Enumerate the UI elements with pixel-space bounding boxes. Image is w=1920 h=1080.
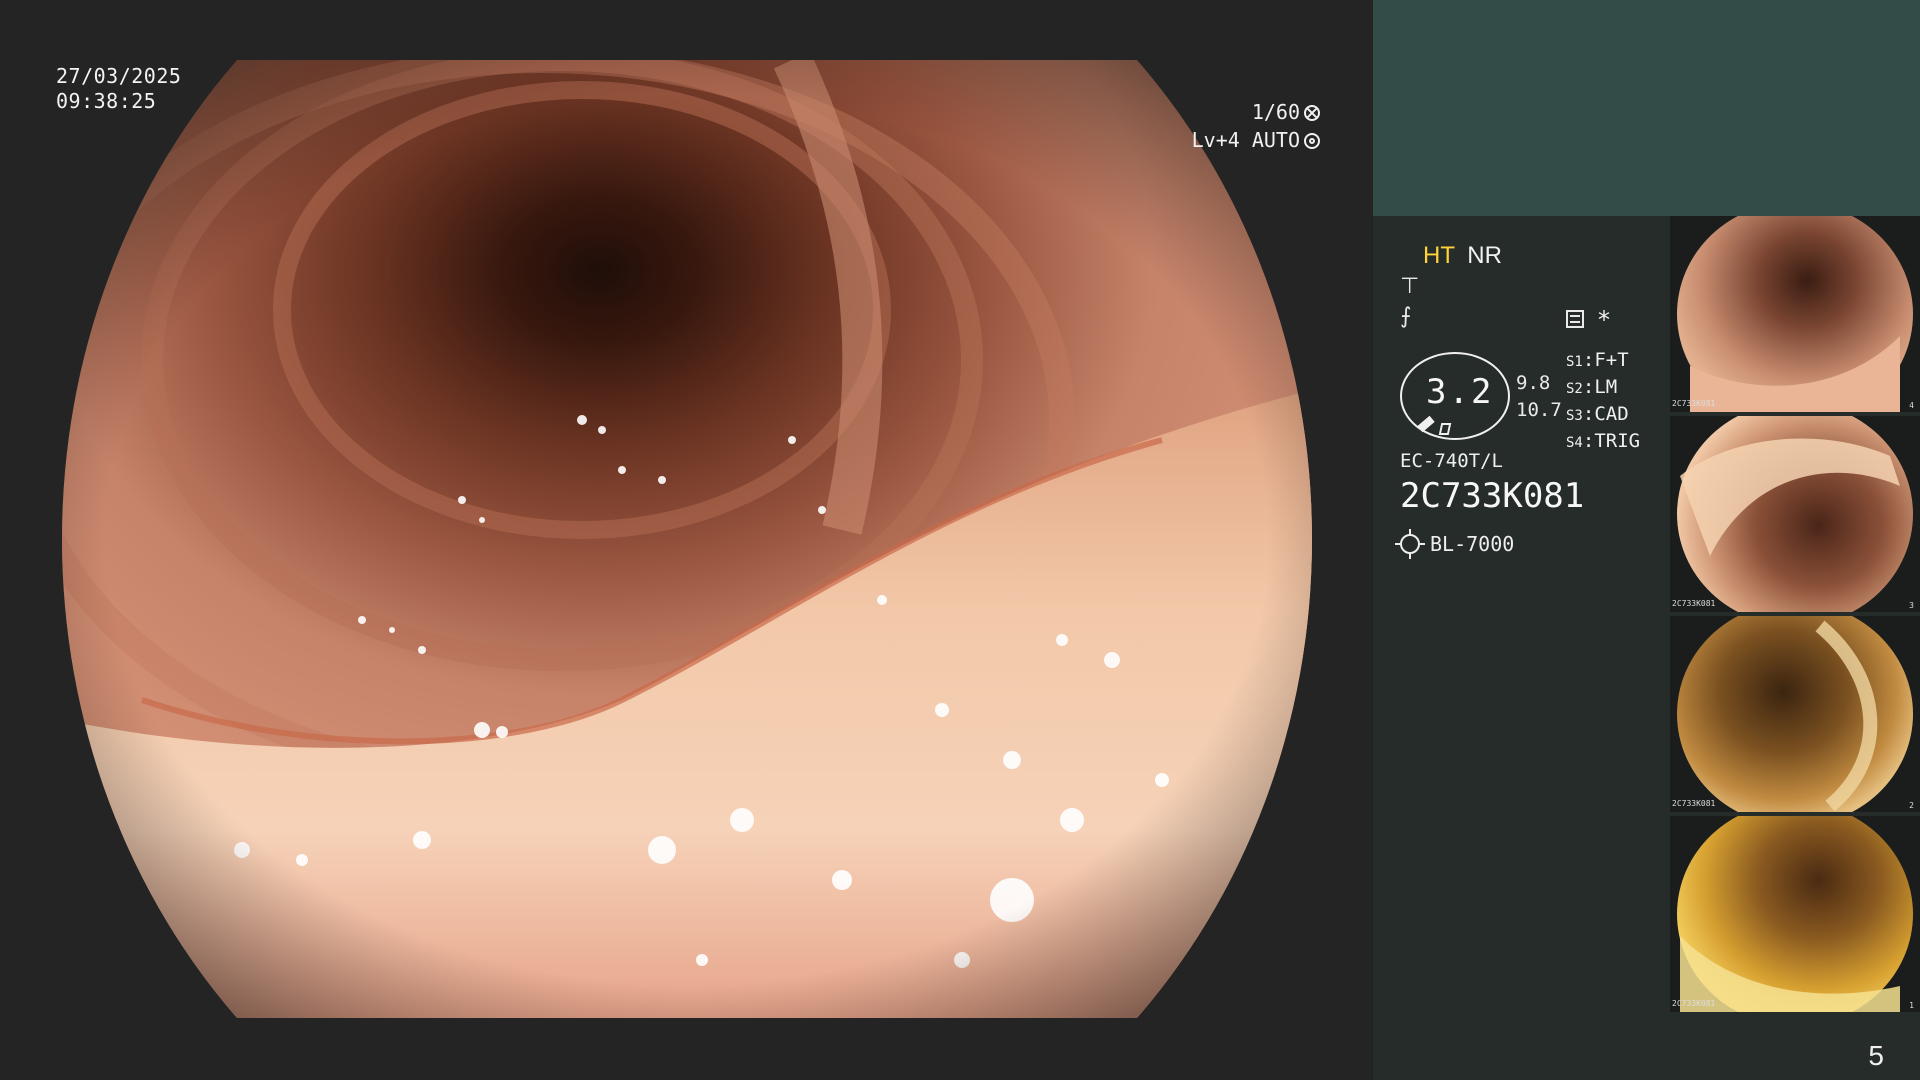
thumbnail-serial: 2C733K081: [1672, 399, 1716, 408]
thumbnail-image: [1677, 616, 1913, 812]
panel-header-block: [1373, 0, 1920, 216]
filter-icon: ⨍: [1400, 304, 1412, 329]
thumbnail-index: 4: [1909, 401, 1914, 410]
switch-key: S3: [1566, 408, 1583, 424]
thumbnail-image: [1677, 216, 1913, 412]
zoom-value: 3.2: [1426, 372, 1494, 412]
exposure-settings: 1/60 Lv+4 AUTO: [1060, 98, 1320, 154]
switch-value: CAD: [1594, 403, 1629, 425]
thumbnail-image: [1677, 816, 1913, 1012]
colon-lumen-image: [62, 60, 1312, 1018]
mode-nr-label: NR: [1467, 242, 1502, 269]
thumbnail-serial: 2C733K081: [1672, 799, 1716, 808]
page-number: 5: [1868, 1040, 1884, 1071]
brightness-level: Lv+4: [1191, 128, 1240, 152]
endoscopy-screen: 27/03/2025 09:38:25 1/60 Lv+4 AUTO HT NR…: [0, 0, 1920, 1080]
scope-switch-assignments: S1:F+T S2:LM S3:CAD S4:TRIG: [1566, 348, 1640, 456]
gear-icon: [1304, 133, 1320, 149]
switch-key: S2: [1566, 381, 1583, 397]
exposure-mode: AUTO: [1251, 128, 1300, 152]
date-text: 27/03/2025: [56, 64, 182, 88]
thumbnail-index: 2: [1909, 801, 1914, 810]
light-source-row: BL-7000: [1395, 529, 1515, 559]
switch-key: S4: [1566, 435, 1583, 451]
switch-value: F+T: [1594, 349, 1629, 371]
thumbnail-index: 1: [1909, 1001, 1914, 1010]
switch-value: TRIG: [1594, 430, 1641, 452]
zoom-range-values: 9.8 10.7: [1516, 370, 1562, 424]
zoom-value-1: 9.8: [1516, 372, 1551, 394]
thumbnail-1[interactable]: 4 2C733K081: [1670, 216, 1920, 412]
light-source-icon: [1395, 529, 1425, 559]
shutter-speed: 1/60: [1251, 100, 1300, 124]
switch-row-s1: S1:F+T: [1566, 349, 1629, 371]
date-time-display: 27/03/2025 09:38:25: [56, 64, 181, 114]
scope-serial: 2C733K081: [1400, 476, 1585, 516]
aperture-icon: [1304, 105, 1320, 121]
asterisk-indicator: *: [1598, 306, 1610, 334]
light-source-label: BL-7000: [1430, 532, 1515, 556]
thumbnail-3[interactable]: 2 2C733K081: [1670, 616, 1920, 812]
switch-row-s2: S2:LM: [1566, 376, 1618, 398]
shutter-row: 1/60: [1060, 98, 1320, 126]
level-row: Lv+4 AUTO: [1060, 126, 1320, 154]
settings-list-icon: [1566, 310, 1584, 328]
thumbnail-serial: 2C733K081: [1672, 999, 1716, 1008]
thumbnail-4[interactable]: 1 2C733K081: [1670, 816, 1920, 1012]
scope-model: EC-740T/L: [1400, 450, 1503, 472]
thumbnail-2[interactable]: 3 2C733K081: [1670, 416, 1920, 612]
zoom-value-2: 10.7: [1516, 399, 1562, 421]
endoscope-live-view: [62, 60, 1312, 1018]
switch-value: LM: [1594, 376, 1618, 398]
mode-ht-label: HT: [1423, 242, 1455, 269]
thumbnail-index: 3: [1909, 601, 1914, 610]
enhancement-icon: ⊤: [1400, 274, 1420, 299]
time-text: 09:38:25: [56, 89, 157, 113]
switch-row-s4: S4:TRIG: [1566, 430, 1641, 452]
thumbnail-image: [1677, 416, 1913, 612]
thumbnail-serial: 2C733K081: [1672, 599, 1716, 608]
image-mode-row: HT NR: [1423, 242, 1502, 270]
switch-key: S1: [1566, 354, 1583, 370]
switch-row-s3: S3:CAD: [1566, 403, 1629, 425]
